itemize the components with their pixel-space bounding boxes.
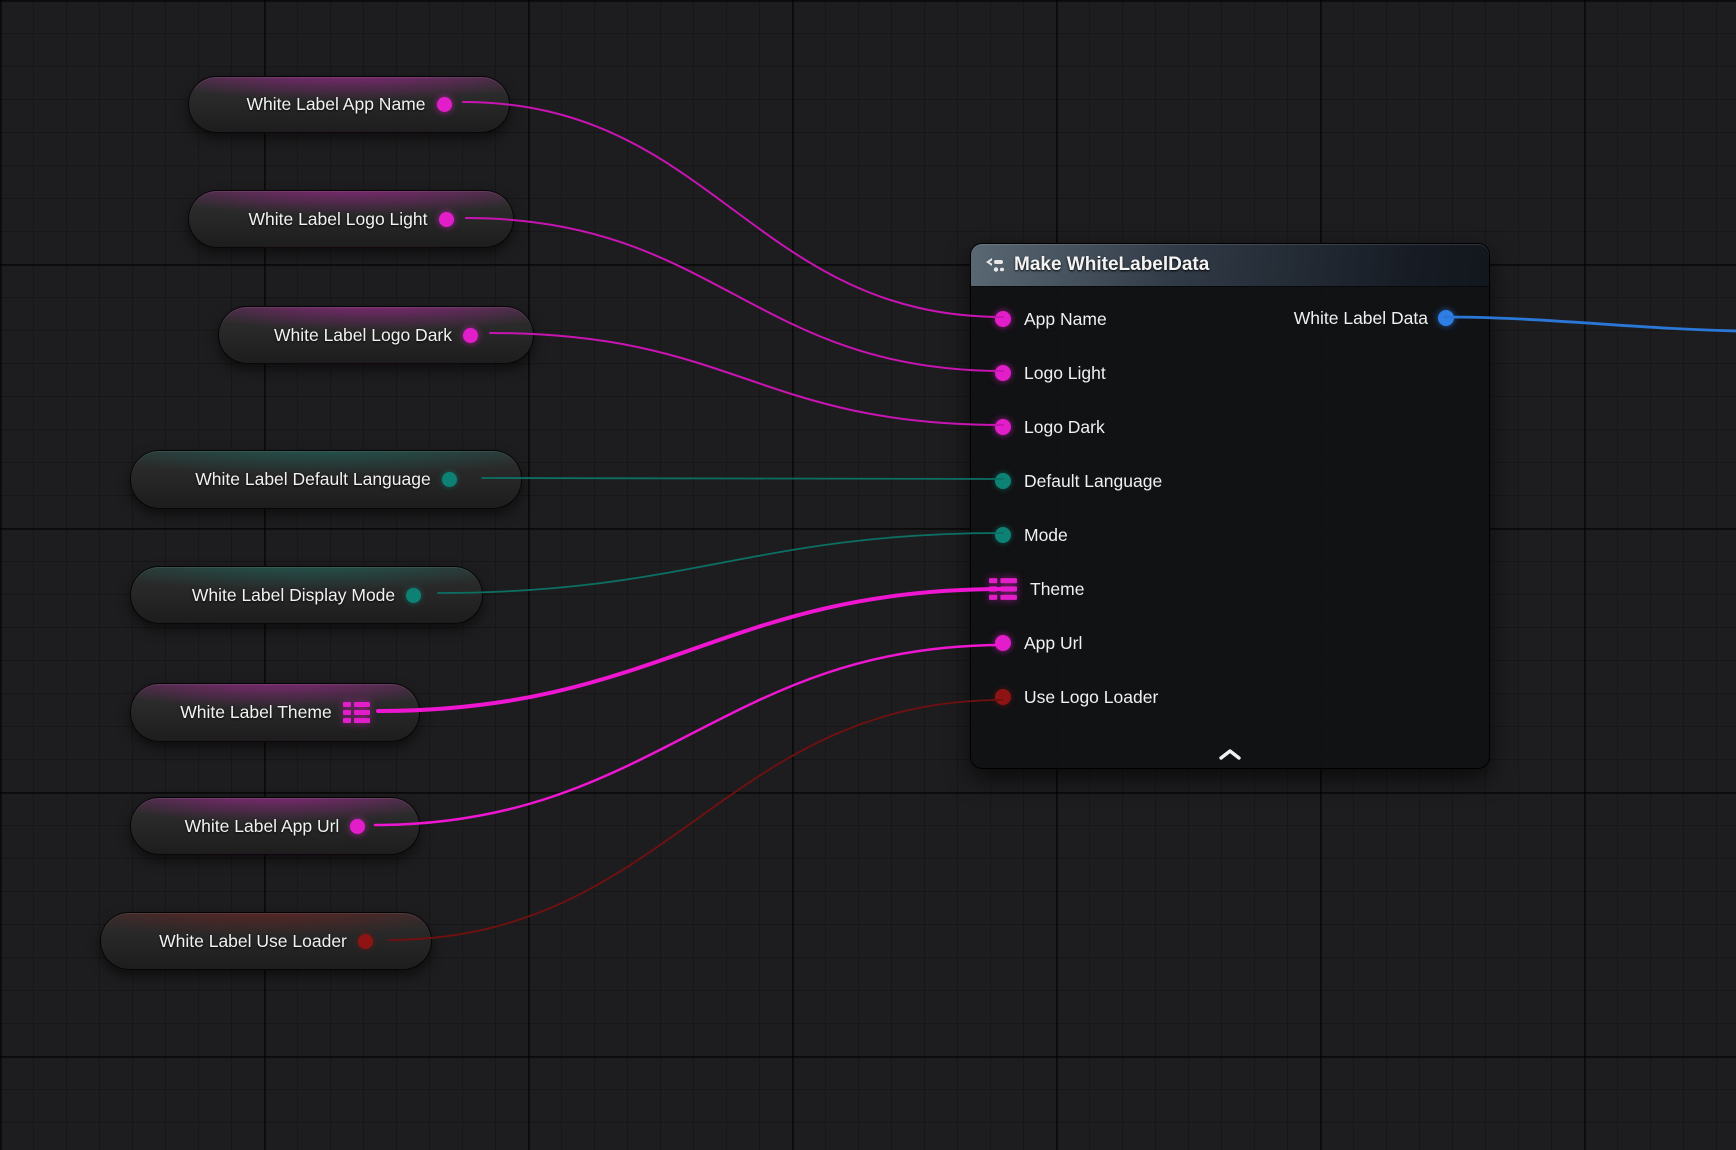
string-input-pin[interactable] [995, 365, 1011, 381]
pin-label: Theme [1030, 579, 1084, 600]
pin-label: App Url [1024, 633, 1082, 654]
input-row-mode: Mode [971, 508, 1489, 562]
pin-label: App Name [1024, 309, 1107, 330]
pin-label: Mode [1024, 525, 1068, 546]
pin-label: Use Logo Loader [1024, 687, 1158, 708]
pin-label: White Label Data [1294, 308, 1428, 329]
output-row-white-label-data: White Label Data [1294, 300, 1454, 336]
struct-input-pin-icon[interactable] [989, 578, 1017, 600]
wire-logo-light[interactable] [466, 218, 1003, 371]
make-struct-icon [985, 257, 1005, 274]
string-output-pin[interactable] [350, 819, 365, 834]
variable-node-white-label-display-mode[interactable]: White Label Display Mode [130, 566, 483, 624]
enum-input-pin[interactable] [995, 473, 1011, 489]
blueprint-graph-canvas[interactable]: White Label App Name White Label Logo Li… [0, 0, 1736, 1150]
enum-output-pin[interactable] [442, 472, 457, 487]
variable-node-white-label-use-loader[interactable]: White Label Use Loader [100, 912, 432, 970]
node-header[interactable]: Make WhiteLabelData [971, 244, 1489, 287]
input-row-theme: Theme [971, 562, 1489, 616]
variable-node-white-label-app-url[interactable]: White Label App Url [130, 797, 420, 855]
variable-node-label: White Label App Name [247, 94, 426, 115]
variable-node-label: White Label Display Mode [192, 585, 395, 606]
string-output-pin[interactable] [437, 97, 452, 112]
string-input-pin[interactable] [995, 419, 1011, 435]
collapse-node-chevron[interactable] [1213, 745, 1247, 763]
variable-node-white-label-app-name[interactable]: White Label App Name [188, 76, 510, 133]
input-row-logo-dark: Logo Dark [971, 400, 1489, 454]
make-whitelabeldata-node[interactable]: Make WhiteLabelData App Name Logo Light … [970, 243, 1490, 769]
variable-node-label: White Label Logo Dark [274, 325, 452, 346]
variable-node-white-label-logo-dark[interactable]: White Label Logo Dark [218, 306, 534, 364]
input-row-logo-light: Logo Light [971, 346, 1489, 400]
struct-output-pin-icon[interactable] [343, 702, 370, 723]
struct-output-pin[interactable] [1438, 310, 1454, 326]
string-output-pin[interactable] [439, 212, 454, 227]
pin-label: Default Language [1024, 471, 1162, 492]
input-row-default-language: Default Language [971, 454, 1489, 508]
wire-app-name[interactable] [463, 102, 1003, 317]
variable-node-white-label-theme[interactable]: White Label Theme [130, 683, 420, 742]
variable-node-white-label-logo-light[interactable]: White Label Logo Light [188, 190, 514, 248]
wire-logo-dark[interactable] [490, 333, 1003, 425]
string-input-pin[interactable] [995, 311, 1011, 327]
wire-default-language[interactable] [482, 478, 1003, 479]
variable-node-label: White Label Default Language [195, 469, 430, 490]
input-row-app-url: App Url [971, 616, 1489, 670]
wire-mode[interactable] [438, 533, 1003, 593]
node-title: Make WhiteLabelData [1014, 254, 1209, 276]
pin-label: Logo Dark [1024, 417, 1105, 438]
variable-node-label: White Label Logo Light [248, 209, 427, 230]
bool-output-pin[interactable] [358, 934, 373, 949]
input-row-use-logo-loader: Use Logo Loader [971, 670, 1489, 724]
wire-use-loader[interactable] [388, 700, 1003, 940]
wire-app-url[interactable] [375, 645, 1003, 825]
string-input-pin[interactable] [995, 635, 1011, 651]
bool-input-pin[interactable] [995, 689, 1011, 705]
variable-node-label: White Label App Url [185, 816, 340, 837]
variable-node-white-label-default-language[interactable]: White Label Default Language [130, 450, 522, 509]
variable-node-label: White Label Theme [180, 702, 331, 723]
enum-input-pin[interactable] [995, 527, 1011, 543]
string-output-pin[interactable] [463, 328, 478, 343]
variable-node-label: White Label Use Loader [159, 931, 347, 952]
enum-output-pin[interactable] [406, 588, 421, 603]
pin-label: Logo Light [1024, 363, 1106, 384]
